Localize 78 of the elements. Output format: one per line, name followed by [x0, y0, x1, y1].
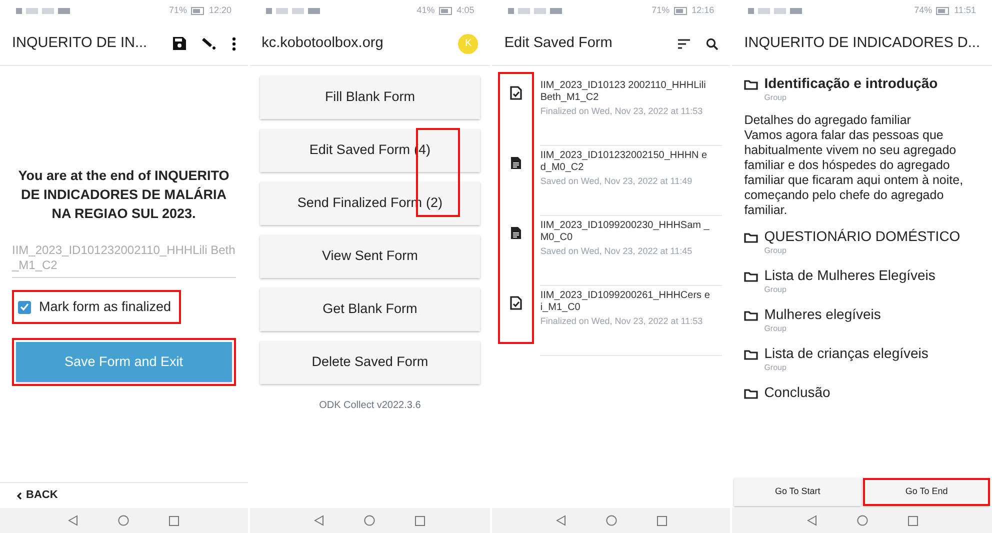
battery-percent: 41%: [416, 4, 435, 18]
battery-icon: [191, 7, 206, 15]
sort-icon[interactable]: [678, 38, 690, 48]
clock-time: 12:16: [692, 4, 714, 18]
battery-icon: [438, 7, 453, 15]
battery-percent: 71%: [652, 4, 670, 18]
note-heading: Detalhes do agregado familiar: [744, 113, 912, 128]
app-bar-title: kc.kobotoolbox.org: [262, 34, 384, 53]
group-caption: Group: [764, 245, 788, 257]
document-check-icon: [510, 296, 522, 310]
app-bar-title: INQUERITO DE INDICADORES D...: [744, 34, 980, 53]
checkbox[interactable]: [18, 300, 31, 314]
group-caption: Group: [764, 92, 788, 104]
clock-time: 11:51: [954, 4, 976, 18]
folder-icon: [744, 271, 758, 282]
form-name[interactable]: IIM_2023_ID101232002150_HHHN ed_M0_C2: [540, 150, 710, 174]
back-icon[interactable]: [314, 515, 324, 526]
menu-button[interactable]: Delete Saved Form: [260, 341, 480, 384]
back-icon[interactable]: [68, 515, 78, 526]
recents-icon[interactable]: [169, 516, 180, 526]
battery-icon: [936, 7, 950, 15]
version-label: ODK Collect v2022.3.6: [318, 399, 422, 413]
home-icon[interactable]: [364, 515, 376, 526]
form-name[interactable]: IIM_2023_ID10123 2002110_HHHLili Beth_M1_C2: [540, 80, 710, 104]
battery-icon: [674, 7, 688, 15]
app-bar-title: Edit Saved Form: [504, 34, 612, 53]
recents-icon[interactable]: [656, 516, 667, 526]
more-icon[interactable]: [232, 36, 236, 50]
form-name[interactable]: IIM_2023_ID1099200230_HHHSam _M0_C0: [540, 220, 710, 244]
group-title[interactable]: Lista de crianças elegíveis: [764, 344, 928, 362]
folder-icon: [744, 349, 758, 360]
folder-icon: [744, 79, 758, 90]
recents-icon[interactable]: [415, 516, 426, 526]
form-date: Saved on Wed, Nov 23, 2022 at 11:49: [540, 176, 694, 187]
check-icon: [20, 303, 29, 312]
clock-time: 4:05: [456, 4, 474, 18]
form-date: Finalized on Wed, Nov 23, 2022 at 11:53: [540, 316, 704, 327]
chevron-left-icon: [16, 492, 22, 500]
wand-icon[interactable]: [202, 37, 216, 50]
note-text: Vamos agora falar das pessoas que habitualmente vivem no seu agregado familiar e dos hóspedes do agregado familiar que ficaram aqui ontem à noite, começando pelo chefe do agregado familiar.: [744, 128, 964, 218]
menu-button[interactable]: Get Blank Form: [260, 288, 480, 331]
recents-icon[interactable]: [908, 516, 918, 526]
checkbox-label: Mark form as finalized: [39, 298, 172, 316]
home-icon[interactable]: [856, 515, 868, 526]
group-title[interactable]: Lista de Mulheres Elegíveis: [764, 266, 936, 284]
back-icon[interactable]: [806, 515, 817, 526]
form-count: (2): [426, 194, 442, 212]
group-caption: Group: [764, 362, 788, 374]
group-title[interactable]: Mulheres elegíveis: [764, 305, 881, 323]
form-date: Saved on Wed, Nov 23, 2022 at 11:45: [540, 246, 694, 257]
form-date: Finalized on Wed, Nov 23, 2022 at 11:53: [540, 106, 704, 117]
group-title[interactable]: Conclusão: [764, 383, 830, 401]
search-icon[interactable]: [706, 38, 718, 50]
save-icon[interactable]: [172, 37, 186, 50]
group-caption: Group: [764, 323, 788, 335]
clock-time: 12:20: [209, 4, 232, 18]
menu-button[interactable]: Fill Blank Form: [260, 76, 480, 119]
group-title[interactable]: Identificação e introdução: [764, 74, 938, 92]
menu-button[interactable]: View Sent Form: [260, 235, 480, 278]
group-caption: Group: [764, 284, 788, 296]
group-title[interactable]: QUESTIONÁRIO DOMÉSTICO: [764, 227, 960, 245]
app-bar-title: INQUERITO DE IN...: [12, 34, 148, 53]
document-icon: [510, 156, 522, 170]
document-check-icon: [510, 86, 522, 100]
form-name[interactable]: IIM_2023_ID1099200261_HHHCers ei_M1_C0: [540, 290, 710, 314]
home-icon[interactable]: [118, 515, 130, 526]
jump-button[interactable]: Go To Start: [734, 478, 862, 506]
folder-icon: [744, 388, 758, 399]
folder-icon: [744, 232, 758, 243]
battery-percent: 71%: [169, 4, 188, 18]
battery-percent: 74%: [914, 4, 932, 18]
jump-button[interactable]: Go To End: [863, 478, 990, 506]
end-of-form-message: You are at the end of INQUERITO DE INDICADORES DE MALÁRIA NA REGIAO SUL 2023.: [17, 167, 230, 223]
home-icon[interactable]: [606, 515, 617, 526]
back-icon[interactable]: [556, 515, 566, 526]
folder-icon: [744, 310, 758, 321]
back-button[interactable]: BACK: [16, 487, 58, 504]
document-icon: [510, 226, 522, 240]
